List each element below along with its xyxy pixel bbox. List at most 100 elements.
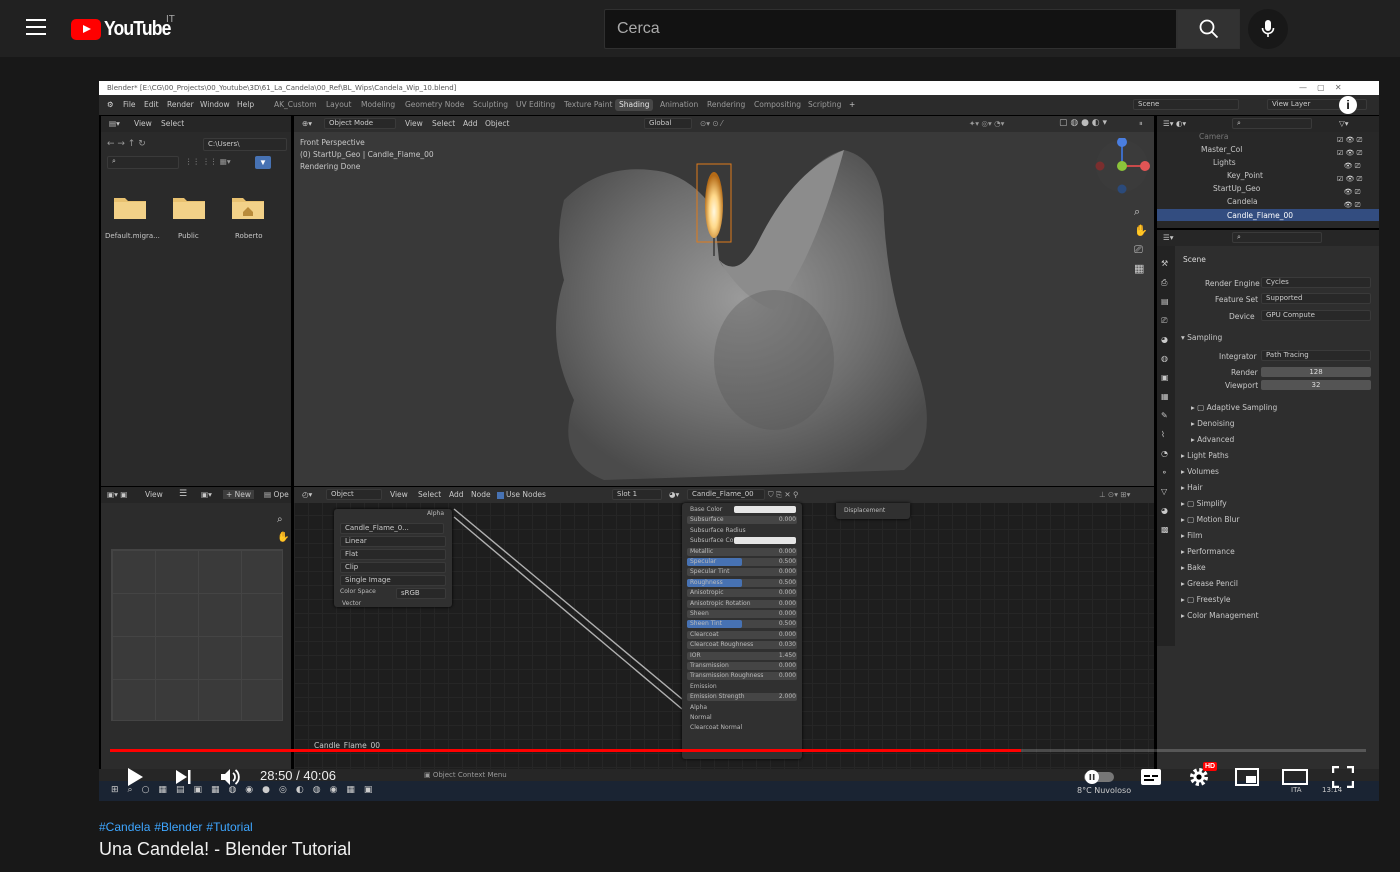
autoplay-toggle[interactable] [1082, 768, 1116, 786]
render-samples-field[interactable]: 128 [1261, 367, 1371, 377]
source-select[interactable]: Single Image [340, 575, 446, 586]
outliner-search-input[interactable]: ⌕ [1232, 118, 1312, 129]
tab-geometry-node[interactable]: Geometry Node [401, 99, 468, 111]
tab-texture-paint[interactable]: Texture Paint [560, 99, 616, 111]
editor-type-icon[interactable]: ▤▾ [109, 119, 120, 128]
image-texture-node[interactable]: Alpha Candle_Flame_0... Linear Flat Clip… [334, 509, 452, 607]
integrator-select[interactable]: Path Tracing [1261, 350, 1371, 361]
section-volumes[interactable]: ▸ Volumes [1181, 467, 1219, 476]
bsdf-input-row[interactable]: Subsurface 0.000 [682, 515, 802, 525]
folder-label[interactable]: Default.migra... [105, 232, 160, 240]
nav-arrows-icon[interactable]: ← → ↑ ↻ [107, 139, 146, 149]
principled-bsdf-node[interactable]: Base Color Subsurface 0.000 Subsurface Radi… [682, 503, 802, 759]
add-workspace-icon[interactable]: + [849, 100, 855, 109]
section-performance[interactable]: ▸ Performance [1181, 547, 1235, 556]
outliner-item[interactable]: Candle_Flame_00 [1227, 211, 1293, 220]
device-select[interactable]: GPU Compute [1261, 310, 1371, 321]
outliner-item[interactable]: Camera [1199, 132, 1228, 141]
menu-edit[interactable]: Edit [144, 100, 159, 109]
open-image-button[interactable]: ▤ Ope [264, 490, 289, 499]
tab-rendering[interactable]: Rendering [703, 99, 749, 111]
fb-menu-select[interactable]: Select [161, 119, 184, 128]
video-player[interactable]: Blender* [E:\CG\00_Projects\00_Youtube\3… [99, 81, 1379, 801]
hamburger-icon[interactable]: ☰ [179, 489, 187, 499]
bsdf-input-row[interactable]: IOR 1.450 [682, 651, 802, 660]
miniplayer-button[interactable] [1234, 766, 1260, 788]
folder-icon[interactable] [113, 194, 147, 220]
bsdf-input-row[interactable]: Transmission Roughness 0.000 [682, 671, 802, 681]
bsdf-input-row[interactable]: Sheen 0.000 [682, 609, 802, 618]
tab-shading[interactable]: Shading [615, 99, 654, 111]
image-canvas[interactable] [111, 549, 283, 721]
theater-mode-button[interactable] [1282, 766, 1308, 788]
properties-tabs[interactable]: ⚒ ⎙ ▤ ⎚ ◕ ◍ ▣ ▦ ✎ ⌇ ◔ ⚬ ▽ ◕ ▩ [1157, 246, 1175, 646]
new-image-button[interactable]: + New [223, 490, 255, 499]
feature-set-select[interactable]: Supported [1261, 293, 1371, 304]
tab-modeling[interactable]: Modeling [357, 99, 399, 111]
bsdf-input-row[interactable]: Emission Strength 2.000 [682, 692, 802, 702]
folder-icon[interactable] [172, 194, 206, 220]
tab-compositing[interactable]: Compositing [750, 99, 805, 111]
bsdf-input-row[interactable]: Specular Tint 0.000 [682, 567, 802, 577]
section-motion-blur[interactable]: ▸ ▢ Motion Blur [1181, 515, 1240, 524]
visibility-toggles-icon[interactable]: ☑ 👁 ⎚ ☑ 👁 ⎚ 👁 ⎚ ☑ 👁 ⎚ 👁 ⎚ 👁 ⎚ [1337, 134, 1362, 212]
editor-type-icon[interactable]: ☰▾ [1163, 233, 1174, 242]
tab-uv-editing[interactable]: UV Editing [512, 99, 559, 111]
bsdf-input-row[interactable]: Specular 0.500 [682, 557, 802, 566]
menu-icon[interactable] [26, 19, 46, 35]
interpolation-select[interactable]: Linear [340, 536, 446, 547]
outliner-item[interactable]: Master_Col [1201, 145, 1242, 154]
subpanel-denoising[interactable]: ▸ Denoising [1191, 419, 1234, 428]
filter-icon[interactable]: ▼ [255, 156, 271, 169]
vp-menu-add[interactable]: Add [463, 119, 478, 128]
section-grease-pencil[interactable]: ▸ Grease Pencil [1181, 579, 1238, 588]
vp-menu-object[interactable]: Object [485, 119, 509, 128]
section-color-management[interactable]: ▸ Color Management [1181, 611, 1259, 620]
gizmo-icon[interactable]: ✦▾ ◎▾ ◔▾ [969, 119, 1004, 128]
info-icon[interactable]: i [1339, 96, 1357, 114]
outliner-item[interactable]: StartUp_Geo [1213, 184, 1260, 193]
tab-animation[interactable]: Animation [656, 99, 702, 111]
fb-menu-view[interactable]: View [134, 119, 152, 128]
section-simplify[interactable]: ▸ ▢ Simplify [1181, 499, 1227, 508]
menu-help[interactable]: Help [237, 100, 254, 109]
bsdf-input-row[interactable]: Emission [682, 682, 802, 691]
scene-selector[interactable]: Scene [1133, 99, 1239, 110]
editor-type-icon[interactable]: ⊕▾ [302, 119, 312, 128]
3d-viewport[interactable]: ⊕▾ Object Mode View Select Add Object Gl… [294, 116, 1154, 486]
youtube-logo[interactable]: YouTube [71, 17, 180, 41]
subpanel-advanced[interactable]: ▸ Advanced [1191, 435, 1234, 444]
outliner-item[interactable]: Key_Point [1227, 171, 1263, 180]
tab-scripting[interactable]: Scripting [804, 99, 845, 111]
bsdf-input-row[interactable]: Alpha [682, 703, 802, 712]
file-search-input[interactable]: ⌕ [107, 156, 179, 169]
tab-sculpting[interactable]: Sculpting [469, 99, 512, 111]
bsdf-input-row[interactable]: Anisotropic Rotation 0.000 [682, 599, 802, 608]
render-engine-select[interactable]: Cycles [1261, 277, 1371, 288]
bsdf-input-row[interactable]: Base Color [682, 505, 802, 514]
bsdf-input-row[interactable]: Metallic 0.000 [682, 547, 802, 556]
pause-render-icon[interactable]: ⏸ [1139, 119, 1143, 129]
projection-select[interactable]: Flat [340, 549, 446, 560]
volume-button[interactable] [217, 764, 243, 790]
section-freestyle[interactable]: ▸ ▢ Freestyle [1181, 595, 1231, 604]
voice-search-button[interactable] [1248, 9, 1288, 49]
bsdf-input-row[interactable]: Clearcoat 0.000 [682, 630, 802, 639]
progress-bar[interactable] [110, 749, 1366, 752]
vp-menu-select[interactable]: Select [432, 119, 455, 128]
bsdf-input-row[interactable]: Subsurface Co [682, 536, 802, 545]
taskbar-weather[interactable]: 8°C Nuvoloso [1077, 786, 1131, 795]
menu-render[interactable]: Render [167, 100, 194, 109]
next-button[interactable] [170, 764, 196, 790]
section-hair[interactable]: ▸ Hair [1181, 483, 1203, 492]
shading-modes-icon[interactable]: ▢ ◍ ● ◐ ▾ [1059, 118, 1107, 128]
bsdf-input-row[interactable]: Sheen Tint 0.500 [682, 619, 802, 629]
section-bake[interactable]: ▸ Bake [1181, 563, 1206, 572]
tab-ak-custom[interactable]: AK_Custom [270, 99, 321, 111]
bsdf-input-row[interactable]: Transmission 0.000 [682, 661, 802, 670]
window-controls[interactable]: — ▢ ✕ [1299, 83, 1342, 92]
viewport-nav-tools-icon[interactable]: ⌕ ✋ ⎚ ▦ [1134, 202, 1148, 278]
tab-layout[interactable]: Layout [322, 99, 356, 111]
bsdf-input-row[interactable]: Anisotropic 0.000 [682, 588, 802, 598]
folder-label[interactable]: Public [178, 232, 199, 240]
